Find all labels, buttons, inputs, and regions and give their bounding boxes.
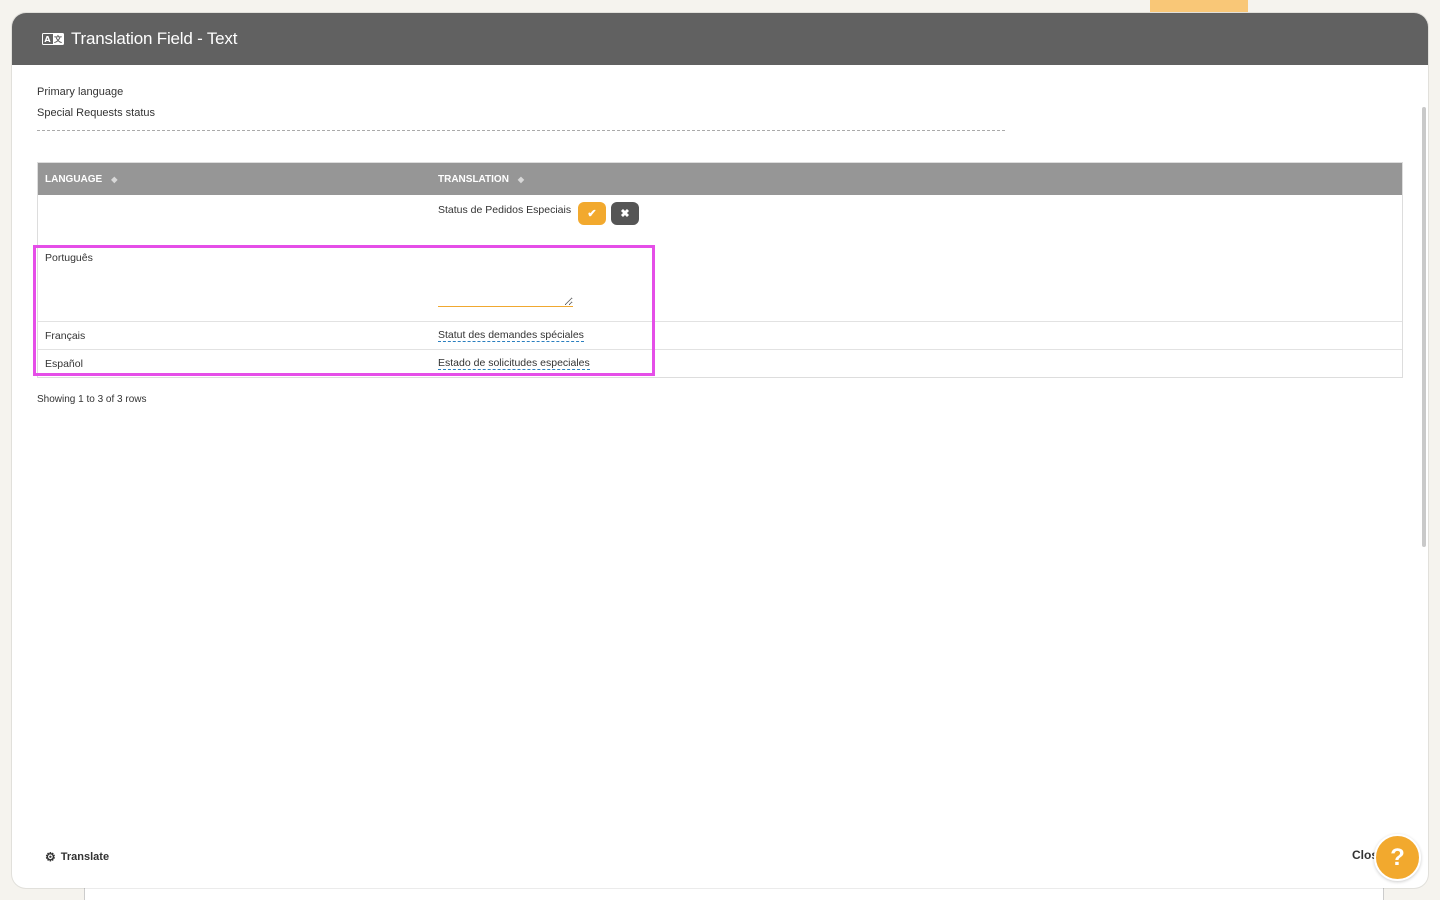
check-icon: ✔ [587,208,597,220]
column-header-translation[interactable]: TRANSLATION ◆ [431,163,1402,195]
translation-cell: Estado de solicitudes especiales [431,350,1402,377]
table-header: LANGUAGE ◆ TRANSLATION ◆ [38,163,1402,195]
translation-editable-link[interactable]: Statut des demandes spéciales [438,329,584,342]
editor-buttons: ✔ ✖ [578,202,639,307]
divider [37,130,1005,131]
modal-title: Translation Field - Text [71,29,238,48]
column-header-label: LANGUAGE [45,173,103,185]
primary-language-value: Special Requests status [37,107,156,119]
translate-badge-icon: A 文 [42,32,64,46]
translations-table: LANGUAGE ◆ TRANSLATION ◆ Português ✔ [37,162,1403,378]
table-row: Español Estado de solicitudes especiales [38,349,1402,377]
modal-header: A 文 Translation Field - Text [12,13,1428,65]
table-row: Français Statut des demandes spéciales [38,321,1402,349]
translate-label: Translate [60,851,110,863]
translation-modal: A 文 Translation Field - Text Primary lan… [12,13,1428,888]
svg-text:A: A [44,35,51,44]
backdrop-tab [1150,0,1248,12]
cancel-button[interactable]: ✖ [611,202,639,225]
translation-editable-link[interactable]: Estado de solicitudes especiales [438,357,590,370]
column-header-label: TRANSLATION [438,173,509,185]
svg-text:文: 文 [54,34,63,44]
sort-icon[interactable]: ◆ [518,175,524,184]
pagination-info: Showing 1 to 3 of 3 rows [37,394,147,405]
column-header-language[interactable]: LANGUAGE ◆ [38,163,431,195]
language-cell: Español [45,357,83,370]
inline-editor: ✔ ✖ [438,202,639,307]
translation-cell: ✔ ✖ [431,195,1402,321]
gear-icon: ⚙ [45,850,56,864]
translate-button[interactable]: ⚙ Translate [45,850,109,864]
x-icon: ✖ [620,208,630,220]
help-button[interactable]: ? [1374,834,1421,881]
translation-textarea[interactable] [438,202,573,307]
table-row: Português ✔ ✖ [38,195,1402,321]
primary-language-label: Primary language [37,86,124,98]
sort-icon[interactable]: ◆ [111,175,117,184]
confirm-button[interactable]: ✔ [578,202,606,225]
backdrop-panel [84,886,1384,900]
language-cell: Português [45,252,93,264]
translation-cell: Statut des demandes spéciales [431,322,1402,349]
language-cell: Français [45,329,86,342]
modal-footer: ⚙ Translate Clos [12,828,1428,888]
modal-body: Primary language Special Requests status… [12,65,1428,405]
